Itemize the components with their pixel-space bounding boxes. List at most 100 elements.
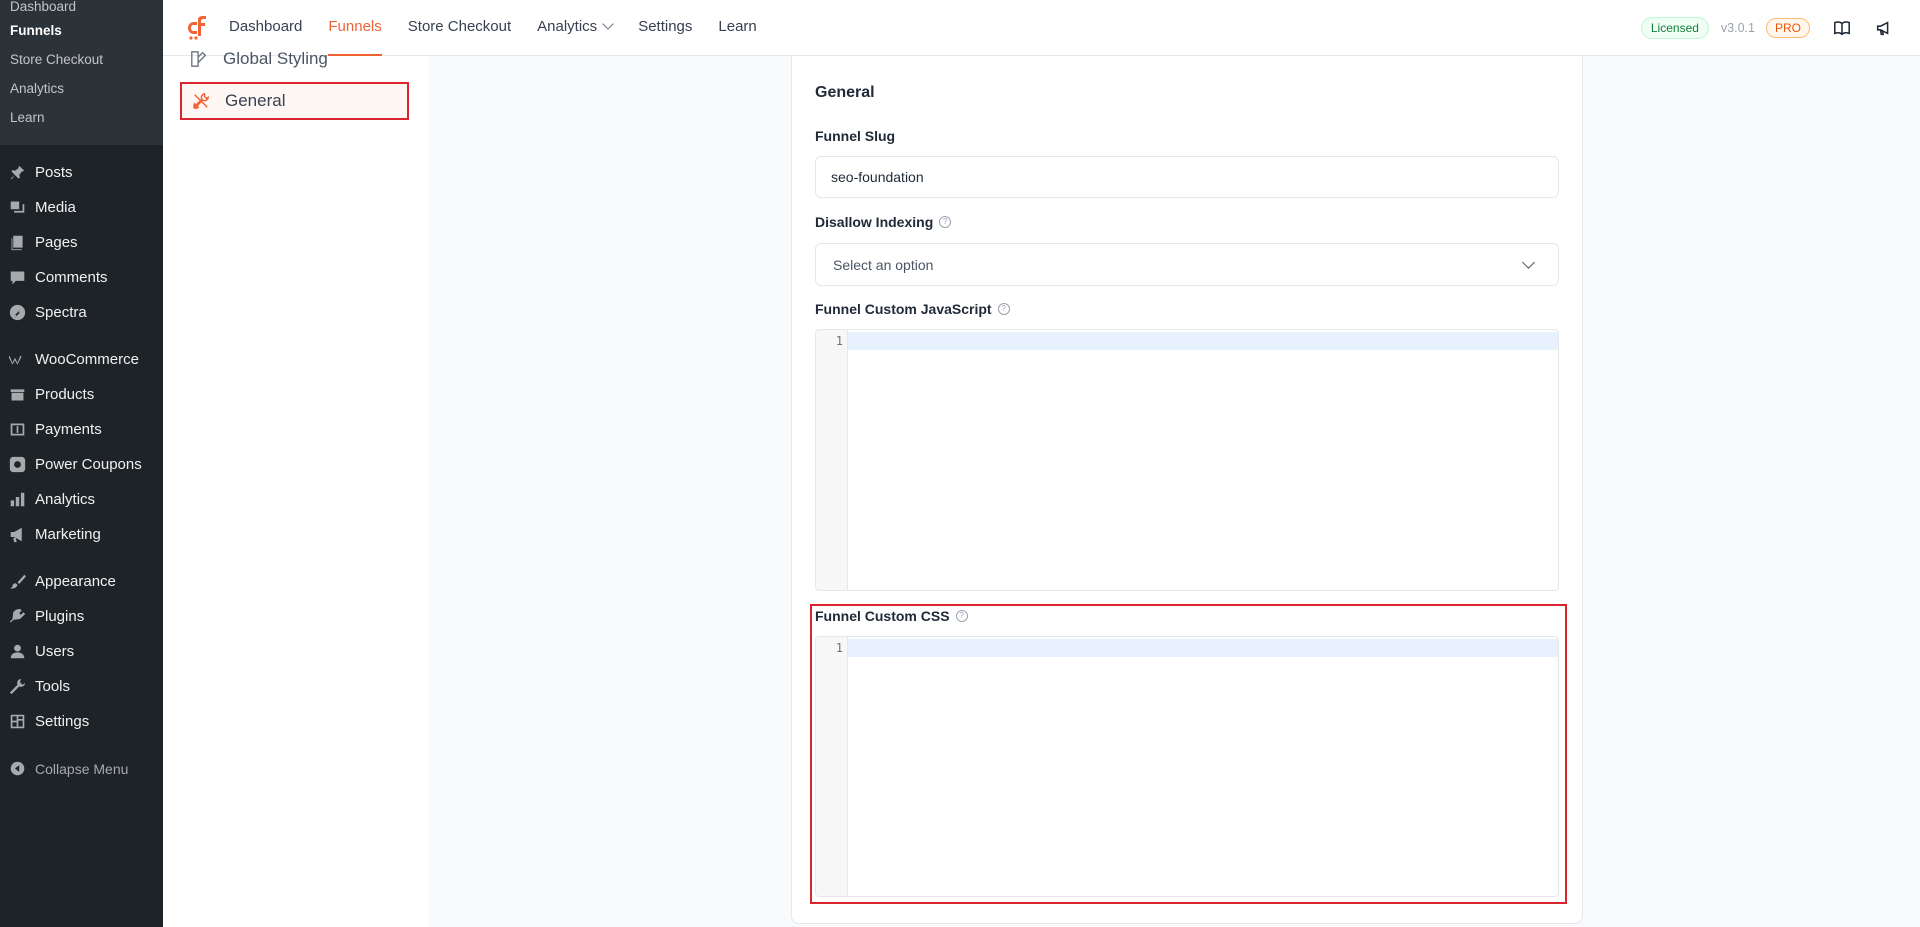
custom-js-label: Funnel Custom JavaScript ? [815, 301, 1010, 317]
menu-label: Appearance [35, 573, 116, 590]
label-text: Funnel Slug [815, 128, 896, 144]
settings-icon [8, 712, 27, 731]
menu-appearance[interactable]: Appearance [0, 564, 163, 599]
nav-settings[interactable]: Settings [638, 0, 692, 56]
menu-tools[interactable]: Tools [0, 669, 163, 704]
submenu-dashboard[interactable]: Dashboard [0, 0, 163, 16]
pin-icon [8, 163, 27, 182]
nav-analytics-label: Analytics [537, 17, 598, 35]
submenu-funnels[interactable]: Funnels [0, 16, 163, 45]
dollar-icon [8, 420, 27, 439]
custom-css-editor[interactable]: 1 [815, 636, 1559, 897]
menu-label: Settings [35, 713, 90, 730]
palette-icon [189, 49, 209, 69]
user-icon [8, 642, 27, 661]
card-title: General [815, 84, 875, 101]
line-number: 1 [835, 334, 843, 348]
menu-payments[interactable]: Payments [0, 412, 163, 447]
menu-users[interactable]: Users [0, 634, 163, 669]
label-text: Funnel Custom JavaScript [815, 301, 992, 317]
licensed-badge: Licensed [1640, 17, 1709, 39]
menu-label: Posts [35, 164, 73, 181]
coupon-icon [8, 455, 27, 474]
menu-spectra[interactable]: Spectra [0, 295, 163, 330]
nav-analytics[interactable]: Analytics [537, 0, 614, 56]
help-icon[interactable]: ? [939, 216, 952, 228]
menu-marketing[interactable]: Marketing [0, 517, 163, 552]
funnel-settings-nav: Global Styling General [163, 49, 428, 927]
menu-label: Marketing [35, 526, 101, 543]
settings-nav-global-styling[interactable]: Global Styling [180, 40, 409, 78]
help-icon[interactable]: ? [997, 303, 1010, 315]
chevron-down-icon [1522, 255, 1535, 269]
label-text: Funnel Custom CSS [815, 608, 950, 624]
menu-label: Spectra [35, 304, 87, 321]
menu-label: Comments [35, 269, 108, 286]
version-label: v3.0.1 [1720, 21, 1755, 35]
nav-learn[interactable]: Learn [718, 0, 756, 56]
custom-js-editor[interactable]: 1 [815, 329, 1559, 591]
disallow-indexing-label: Disallow Indexing ? [815, 214, 952, 230]
menu-label: Plugins [35, 608, 85, 625]
active-line [848, 639, 1558, 657]
pro-badge: PRO [1765, 18, 1810, 38]
help-icon[interactable]: ? [955, 610, 968, 622]
submenu-analytics[interactable]: Analytics [0, 74, 163, 103]
chevron-down-icon [602, 17, 614, 30]
menu-analytics[interactable]: Analytics [0, 482, 163, 517]
nav-store-checkout[interactable]: Store Checkout [408, 0, 511, 56]
menu-label: Payments [35, 421, 102, 438]
editor-gutter: 1 [816, 330, 848, 590]
menu-label: Tools [35, 678, 71, 695]
submenu-store-checkout[interactable]: Store Checkout [0, 45, 163, 74]
spectra-icon [8, 303, 27, 322]
menu-label: Collapse Menu [35, 760, 129, 777]
pages-icon [8, 233, 27, 252]
collapse-menu-button[interactable]: Collapse Menu [0, 751, 163, 786]
menu-label: Analytics [35, 491, 96, 508]
menu-woocommerce[interactable]: WooCommerce [0, 342, 163, 377]
funnel-slug-label: Funnel Slug [815, 128, 895, 144]
settings-nav-label: General [225, 91, 286, 110]
menu-comments[interactable]: Comments [0, 260, 163, 295]
tools-icon [191, 91, 211, 111]
plugin-icon [8, 607, 27, 626]
megaphone-icon[interactable] [1874, 18, 1894, 38]
editor-gutter: 1 [816, 637, 848, 896]
menu-media[interactable]: Media [0, 190, 163, 225]
menu-label: Pages [35, 234, 78, 251]
menu-label: Products [35, 386, 95, 403]
paintbrush-icon [8, 572, 27, 591]
menu-plugins[interactable]: Plugins [0, 599, 163, 634]
menu-products[interactable]: Products [0, 377, 163, 412]
top-navigation-bar: Dashboard Funnels Store Checkout Analyti… [163, 0, 1920, 56]
archive-icon [8, 385, 27, 404]
select-placeholder: Select an option [833, 256, 934, 273]
line-number: 1 [835, 641, 843, 655]
megaphone-icon [8, 525, 27, 544]
funnel-slug-input[interactable] [815, 156, 1559, 198]
menu-label: Power Coupons [35, 456, 142, 473]
disallow-indexing-select[interactable]: Select an option [815, 243, 1559, 286]
wp-submenu: Dashboard Funnels Store Checkout Analyti… [0, 0, 163, 145]
menu-posts[interactable]: Posts [0, 155, 163, 190]
book-icon[interactable] [1832, 18, 1852, 38]
settings-nav-label: Global Styling [223, 49, 328, 68]
menu-power-coupons[interactable]: Power Coupons [0, 447, 163, 482]
active-line [848, 332, 1558, 350]
collapse-icon [8, 759, 27, 778]
menu-pages[interactable]: Pages [0, 225, 163, 260]
woocommerce-icon [8, 350, 27, 369]
menu-label: Media [35, 199, 76, 216]
wrench-icon [8, 677, 27, 696]
bar-chart-icon [8, 490, 27, 509]
menu-label: WooCommerce [35, 351, 139, 368]
menu-settings[interactable]: Settings [0, 704, 163, 739]
wp-admin-sidebar: Dashboard Funnels Store Checkout Analyti… [0, 0, 163, 927]
general-settings-card: General Funnel Slug Disallow Indexing ? … [791, 56, 1583, 924]
submenu-learn[interactable]: Learn [0, 103, 163, 132]
settings-nav-general[interactable]: General [180, 82, 409, 120]
cartflows-logo-icon[interactable] [181, 13, 211, 43]
custom-css-label: Funnel Custom CSS ? [815, 608, 968, 624]
media-icon [8, 198, 27, 217]
